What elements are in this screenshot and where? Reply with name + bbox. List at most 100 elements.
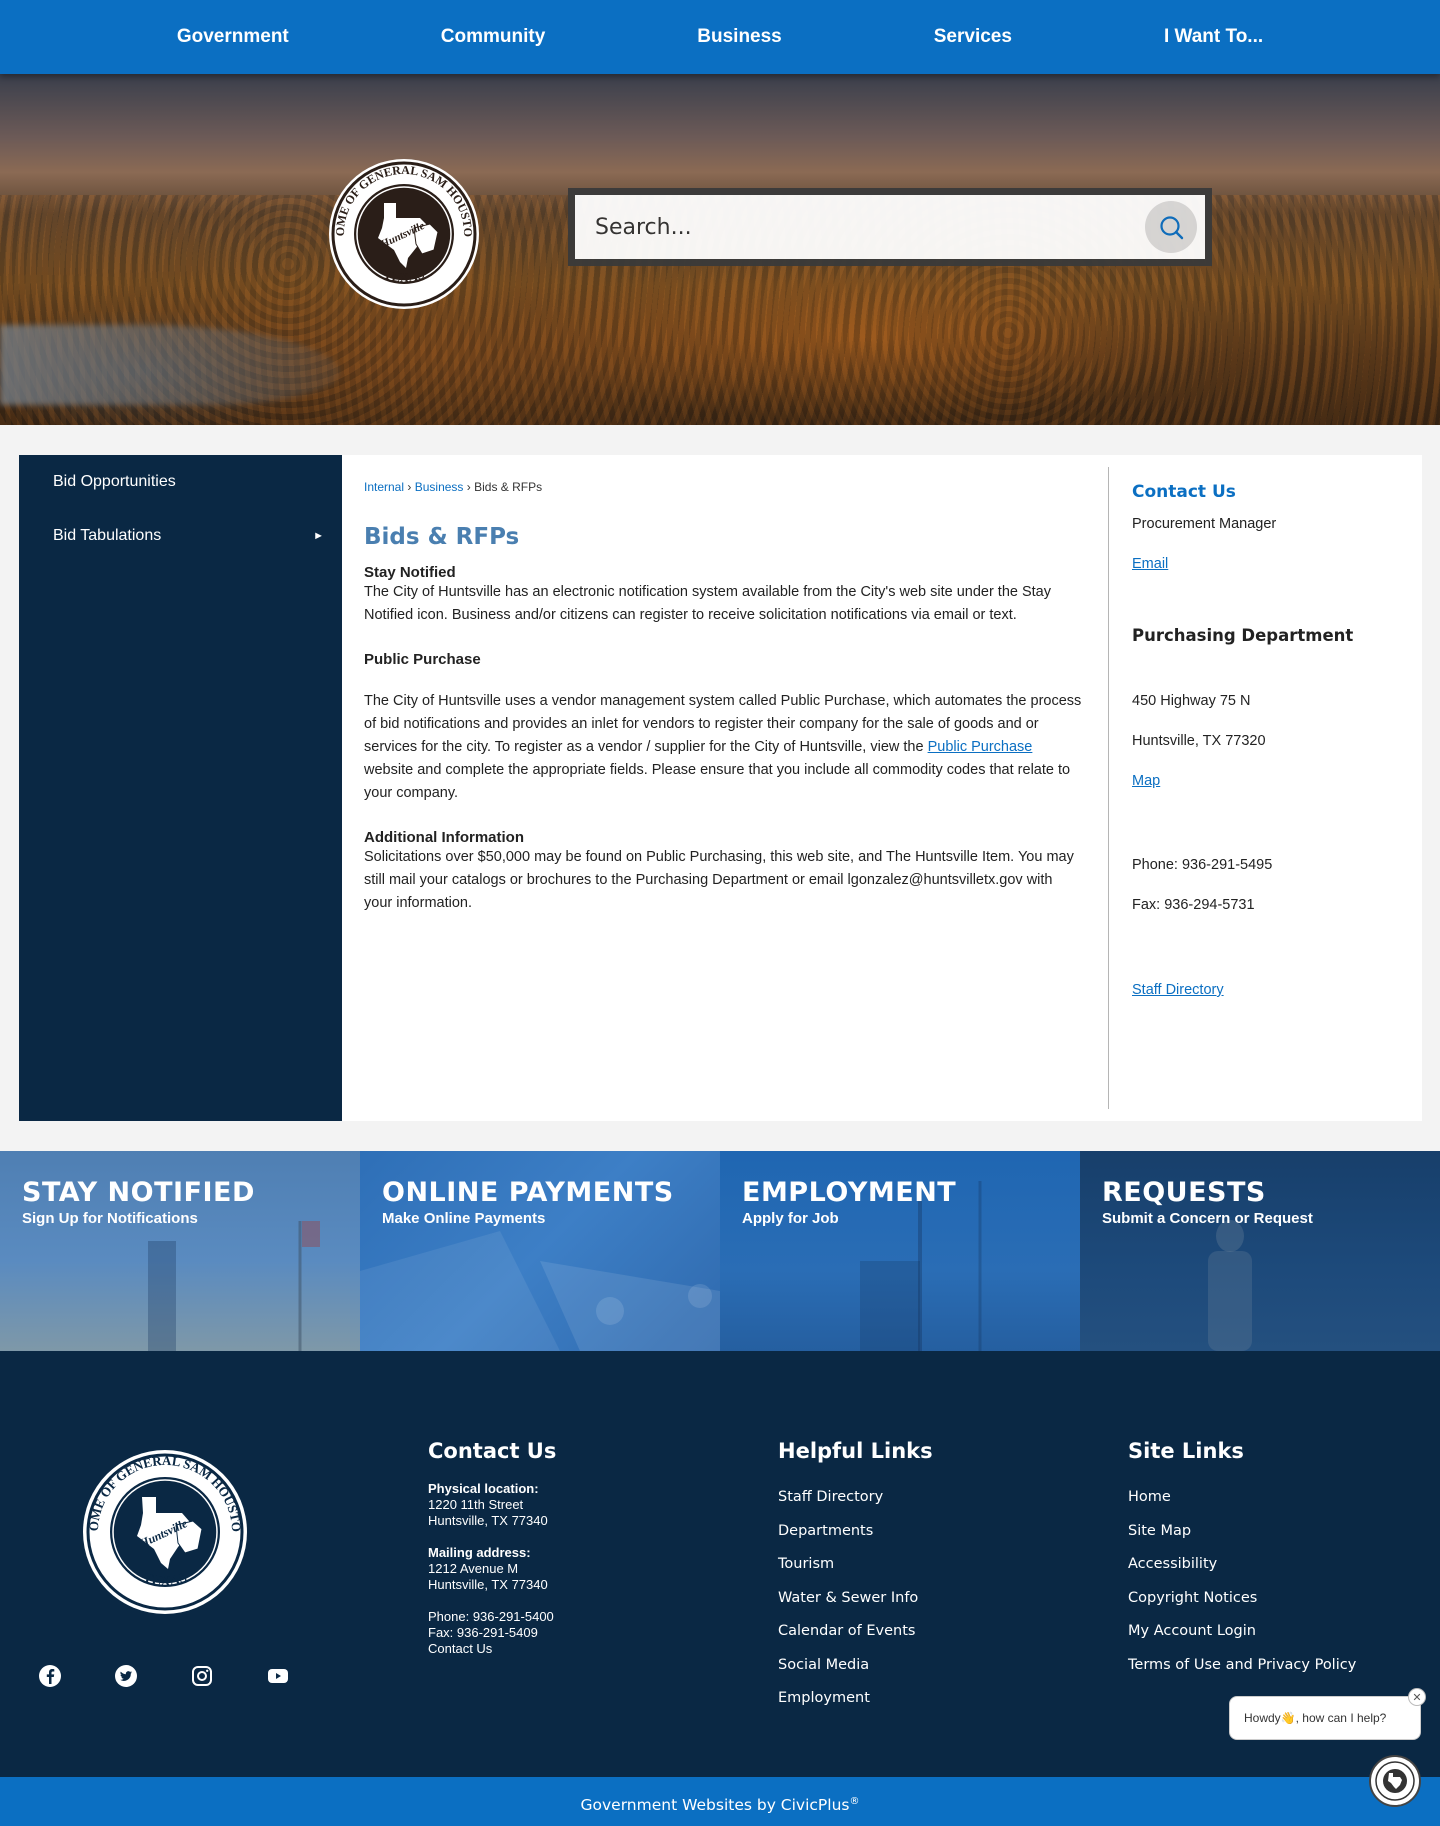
physical-line1: 1220 11th Street xyxy=(428,1497,524,1512)
hero-banner: Huntsville HOME OF GENERAL SAM HOUSTON T… xyxy=(0,74,1440,425)
breadcrumb-internal[interactable]: Internal xyxy=(364,480,404,494)
contact-email-wrap: Email xyxy=(1132,556,1412,572)
nav-government[interactable]: Government xyxy=(101,26,365,48)
stay-notified-heading: Stay Notified xyxy=(364,564,456,581)
content-article: Internal › Business › Bids & RFPs Bids &… xyxy=(364,455,1082,915)
breadcrumb-business[interactable]: Business xyxy=(415,480,464,494)
tile-subtitle: Make Online Payments xyxy=(382,1210,546,1227)
breadcrumb-separator: › xyxy=(407,480,412,494)
staff-directory-link[interactable]: Staff Directory xyxy=(1132,982,1224,998)
physical-label: Physical location: xyxy=(428,1481,539,1496)
main-navigation: Government Community Business Services I… xyxy=(0,0,1440,74)
contact-role: Procurement Manager xyxy=(1132,516,1277,532)
contact-email-link[interactable]: Email xyxy=(1132,556,1168,572)
quick-link-tiles: STAY NOTIFIED Sign Up for Notifications … xyxy=(0,1151,1440,1351)
footer-link-site-map[interactable]: Site Map xyxy=(1128,1515,1356,1549)
sidebar-item-label: Bid Tabulations xyxy=(53,527,162,544)
footer-helpful-heading: Helpful Links xyxy=(778,1439,933,1463)
contact-heading: Contact Us xyxy=(1132,482,1236,502)
mailing-label: Mailing address: xyxy=(428,1545,531,1560)
tile-title: ONLINE PAYMENTS xyxy=(382,1177,674,1208)
footer-link-home[interactable]: Home xyxy=(1128,1481,1356,1515)
footer-helpful-links-column: Helpful Links Staff Directory Department… xyxy=(778,1439,933,1716)
footer-link-social-media[interactable]: Social Media xyxy=(778,1649,933,1683)
footer-link-terms[interactable]: Terms of Use and Privacy Policy xyxy=(1128,1649,1356,1683)
tile-title: EMPLOYMENT xyxy=(742,1177,957,1208)
tile-title: REQUESTS xyxy=(1102,1177,1266,1208)
search-icon xyxy=(1160,216,1184,240)
sidebar-item-bid-opportunities[interactable]: Bid Opportunities xyxy=(19,455,342,509)
map-link[interactable]: Map xyxy=(1132,773,1160,789)
tile-subtitle: Sign Up for Notifications xyxy=(22,1210,198,1227)
footer-site-heading: Site Links xyxy=(1128,1439,1244,1463)
nav-i-want-to[interactable]: I Want To... xyxy=(1088,26,1339,48)
mailing-line2: Huntsville, TX 77340 xyxy=(428,1577,548,1592)
tile-subtitle: Submit a Concern or Request xyxy=(1102,1210,1313,1227)
chat-seal-icon xyxy=(1375,1761,1415,1801)
department-name: Purchasing Department xyxy=(1132,626,1354,645)
search-container xyxy=(568,188,1212,266)
footer-city-seal-logo[interactable]: Huntsville HOME OF GENERAL SAM HOUSTON T… xyxy=(82,1449,248,1615)
chat-bubble[interactable]: Howdy👋, how can I help? xyxy=(1229,1696,1421,1740)
expand-arrow-icon[interactable]: ► xyxy=(313,530,324,542)
breadcrumb-separator: › xyxy=(466,480,471,494)
footer-link-accessibility[interactable]: Accessibility xyxy=(1128,1548,1356,1582)
search-box xyxy=(575,195,1205,259)
nav-community[interactable]: Community xyxy=(365,26,622,48)
chat-avatar-button[interactable] xyxy=(1369,1755,1421,1807)
department-fax: Fax: 936-294-5731 xyxy=(1132,897,1255,913)
footer-link-tourism[interactable]: Tourism xyxy=(778,1548,933,1582)
footer-link-staff-directory[interactable]: Staff Directory xyxy=(778,1481,933,1515)
content-divider xyxy=(1108,467,1109,1109)
footer-link-calendar[interactable]: Calendar of Events xyxy=(778,1615,933,1649)
social-links xyxy=(38,1664,290,1688)
department-address-line1: 450 Highway 75 N xyxy=(1132,693,1251,709)
search-button[interactable] xyxy=(1145,201,1197,253)
public-purchase-link[interactable]: Public Purchase xyxy=(928,739,1033,755)
additional-info-text: Solicitations over $50,000 may be found … xyxy=(364,849,1074,911)
page-title: Bids & RFPs xyxy=(364,524,520,550)
mailing-line1: 1212 Avenue M xyxy=(428,1561,519,1576)
additional-info-heading: Additional Information xyxy=(364,829,524,846)
chat-message: Howdy👋, how can I help? xyxy=(1244,1711,1387,1725)
nav-business[interactable]: Business xyxy=(621,26,857,48)
instagram-icon[interactable] xyxy=(190,1664,214,1688)
facebook-icon[interactable] xyxy=(38,1664,62,1688)
sidebar-nav: Bid Opportunities Bid Tabulations ► xyxy=(19,455,342,1121)
civicplus-bar[interactable]: Government Websites by CivicPlus® xyxy=(0,1777,1440,1826)
tile-requests[interactable]: REQUESTS Submit a Concern or Request xyxy=(1080,1151,1440,1351)
twitter-icon[interactable] xyxy=(114,1664,138,1688)
footer-contact-column: Contact Us Physical location: 1220 11th … xyxy=(428,1439,556,1657)
footer-contact-link[interactable]: Contact Us xyxy=(428,1641,492,1656)
tile-employment[interactable]: EMPLOYMENT Apply for Job xyxy=(720,1151,1080,1351)
staff-directory-wrap: Staff Directory xyxy=(1132,982,1412,998)
stay-notified-text: The City of Huntsville has an electronic… xyxy=(364,584,1052,623)
footer-link-water-sewer[interactable]: Water & Sewer Info xyxy=(778,1582,933,1616)
footer-link-departments[interactable]: Departments xyxy=(778,1515,933,1549)
footer-site-links-column: Site Links Home Site Map Accessibility C… xyxy=(1128,1439,1356,1682)
tile-title: STAY NOTIFIED xyxy=(22,1177,255,1208)
tile-subtitle: Apply for Job xyxy=(742,1210,839,1227)
tile-stay-notified[interactable]: STAY NOTIFIED Sign Up for Notifications xyxy=(0,1151,360,1351)
footer-fax: Fax: 936-291-5409 xyxy=(428,1625,538,1640)
main-content: Internal › Business › Bids & RFPs Bids &… xyxy=(342,455,1422,1121)
youtube-icon[interactable] xyxy=(266,1664,290,1688)
public-purchase-heading: Public Purchase xyxy=(364,651,481,668)
sidebar-item-label: Bid Opportunities xyxy=(53,473,176,490)
footer-physical-address: Physical location: 1220 11th Street Hunt… xyxy=(428,1481,556,1529)
footer-phone: Phone: 936-291-5400 xyxy=(428,1609,554,1624)
physical-line2: Huntsville, TX 77340 xyxy=(428,1513,548,1528)
tile-online-payments[interactable]: ONLINE PAYMENTS Make Online Payments xyxy=(360,1151,720,1351)
department-address-line2: Huntsville, TX 77320 xyxy=(1132,733,1266,749)
footer-link-employment[interactable]: Employment xyxy=(778,1682,933,1716)
footer-phone-fax: Phone: 936-291-5400 Fax: 936-291-5409 Co… xyxy=(428,1609,556,1657)
city-seal-logo[interactable]: Huntsville HOME OF GENERAL SAM HOUSTON T… xyxy=(328,158,480,310)
sidebar-item-bid-tabulations[interactable]: Bid Tabulations ► xyxy=(19,509,342,563)
contact-sidebar: Contact Us Procurement Manager Email Pur… xyxy=(1132,455,1412,998)
nav-services[interactable]: Services xyxy=(858,26,1088,48)
chat-close-button[interactable]: ✕ xyxy=(1408,1688,1426,1706)
footer-link-copyright[interactable]: Copyright Notices xyxy=(1128,1582,1356,1616)
search-input[interactable] xyxy=(575,195,1145,259)
footer-link-account-login[interactable]: My Account Login xyxy=(1128,1615,1356,1649)
breadcrumb-current: Bids & RFPs xyxy=(474,480,543,494)
